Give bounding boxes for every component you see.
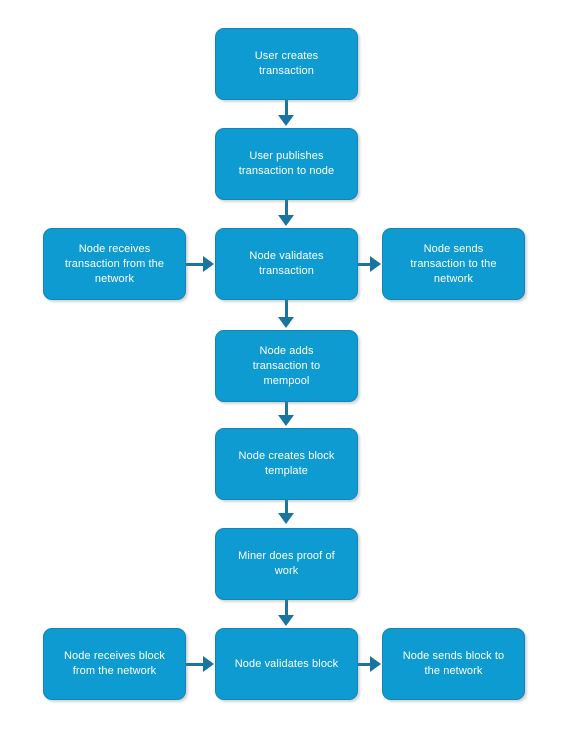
node-user-publishes-transaction[interactable]: User publishes transaction to node [215,128,358,200]
arrow-node-validates-to-mempool-head [278,317,294,328]
node-node-validates-transaction[interactable]: Node validates transaction [215,228,358,300]
node-user-creates-transaction[interactable]: User creates transaction [215,28,358,100]
arrow-proof-of-work-to-node-validates-block-head [278,615,294,626]
node-node-validates-block[interactable]: Node validates block [215,628,358,700]
node-node-receives-block[interactable]: Node receives block from the network [43,628,186,700]
node-miner-does-proof-of-work[interactable]: Miner does proof of work [215,528,358,600]
arrow-mempool-to-block-template-head [278,415,294,426]
arrow-user-creates-to-user-publishes-head [278,115,294,126]
arrow-node-validates-tx-to-node-sends-tx-head [370,256,381,272]
arrow-node-receives-tx-to-node-validates-tx-stem [186,263,204,266]
arrow-node-receives-block-to-node-validates-block-stem [186,663,204,666]
arrow-node-receives-tx-to-node-validates-tx-head [203,256,214,272]
node-node-creates-block-template[interactable]: Node creates block template [215,428,358,500]
arrow-node-validates-block-to-node-sends-block-head [370,656,381,672]
node-node-sends-block[interactable]: Node sends block to the network [382,628,525,700]
arrow-node-receives-block-to-node-validates-block-head [203,656,214,672]
node-node-receives-transaction[interactable]: Node receives transaction from the netwo… [43,228,186,300]
flowchart-canvas: User creates transaction User publishes … [0,0,567,731]
node-node-adds-transaction-mempool[interactable]: Node adds transaction to mempool [215,330,358,402]
arrow-user-publishes-to-node-validates-head [278,215,294,226]
arrow-block-template-to-proof-of-work-head [278,513,294,524]
node-node-sends-transaction[interactable]: Node sends transaction to the network [382,228,525,300]
